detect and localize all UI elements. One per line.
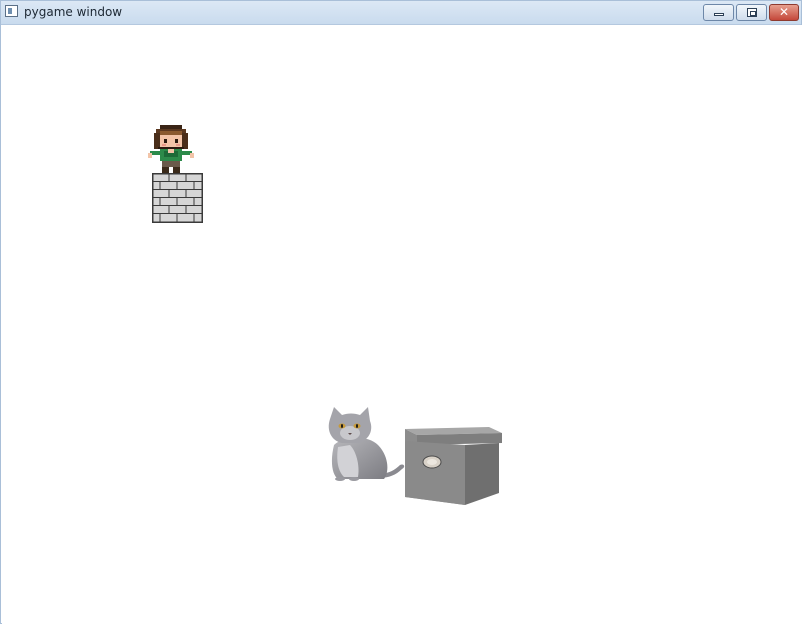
close-button[interactable]: ✕ <box>769 4 799 21</box>
minimize-button[interactable] <box>703 4 734 21</box>
storage-box-sprite <box>405 427 502 505</box>
brick-block-sprite <box>152 173 203 223</box>
player-sprite <box>148 125 194 173</box>
close-icon: ✕ <box>778 5 790 19</box>
cat-sprite <box>328 407 405 481</box>
maximize-button[interactable] <box>736 4 767 21</box>
app-window-icon <box>5 5 18 17</box>
pygame-window: pygame window ✕ <box>0 0 802 624</box>
minimize-icon <box>714 13 724 16</box>
game-canvas[interactable] <box>2 25 802 624</box>
title-bar[interactable]: pygame window ✕ <box>1 1 801 25</box>
maximize-icon <box>747 8 757 17</box>
window-title: pygame window <box>24 5 123 19</box>
